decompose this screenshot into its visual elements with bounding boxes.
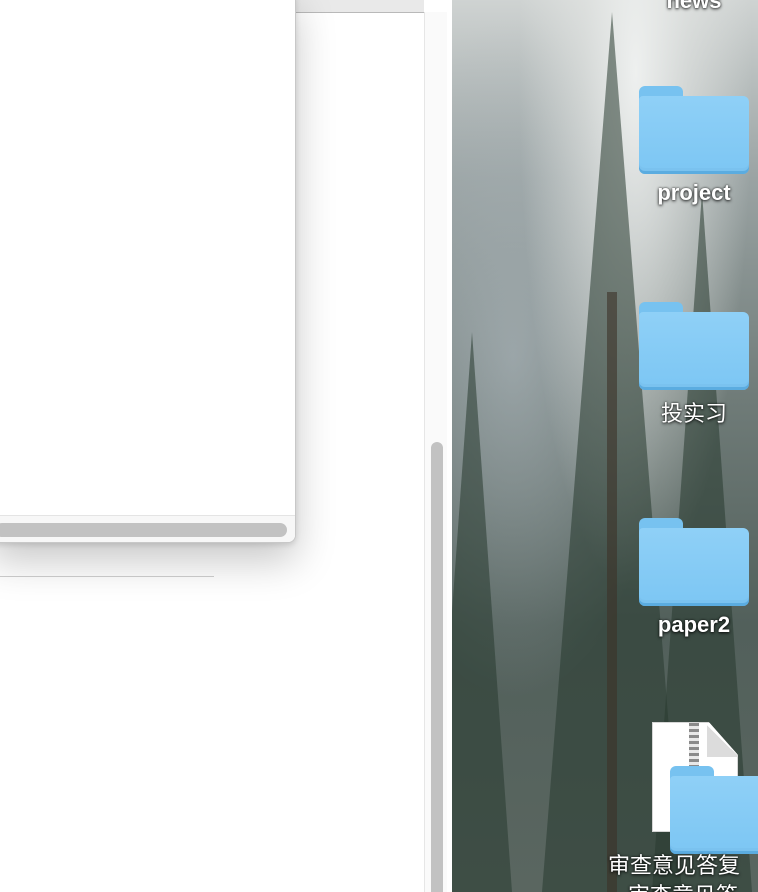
desktop-folder-internship[interactable]: 投实习	[619, 302, 758, 428]
vertical-scrollbar-thumb[interactable]	[431, 442, 443, 892]
desktop-folder-review-response[interactable]	[670, 766, 758, 854]
horizontal-scrollbar-thumb[interactable]	[0, 523, 287, 537]
tree-trunk	[607, 292, 617, 892]
desktop-folder-news[interactable]: news	[619, 0, 758, 14]
folder-label: paper2	[657, 612, 731, 637]
zip-file-label: 审查意见答复	[608, 853, 741, 878]
horizontal-scrollbar[interactable]	[0, 515, 295, 542]
vertical-scrollbar[interactable]	[424, 12, 447, 892]
folder-label: news	[666, 0, 722, 13]
folder-icon	[639, 518, 749, 606]
desktop-folder-paper2[interactable]: paper2	[619, 518, 758, 638]
folder-label: 投实习	[660, 401, 727, 426]
divider-line	[0, 576, 214, 577]
folder-label: 审查意见答	[628, 878, 738, 892]
folder-icon	[670, 766, 758, 854]
folder-icon	[639, 86, 749, 174]
floating-window	[0, 0, 296, 543]
folder-label: project	[657, 180, 731, 205]
folder-icon	[639, 302, 749, 390]
tree-shape	[452, 332, 512, 892]
desktop-folder-project[interactable]: project	[619, 86, 758, 206]
